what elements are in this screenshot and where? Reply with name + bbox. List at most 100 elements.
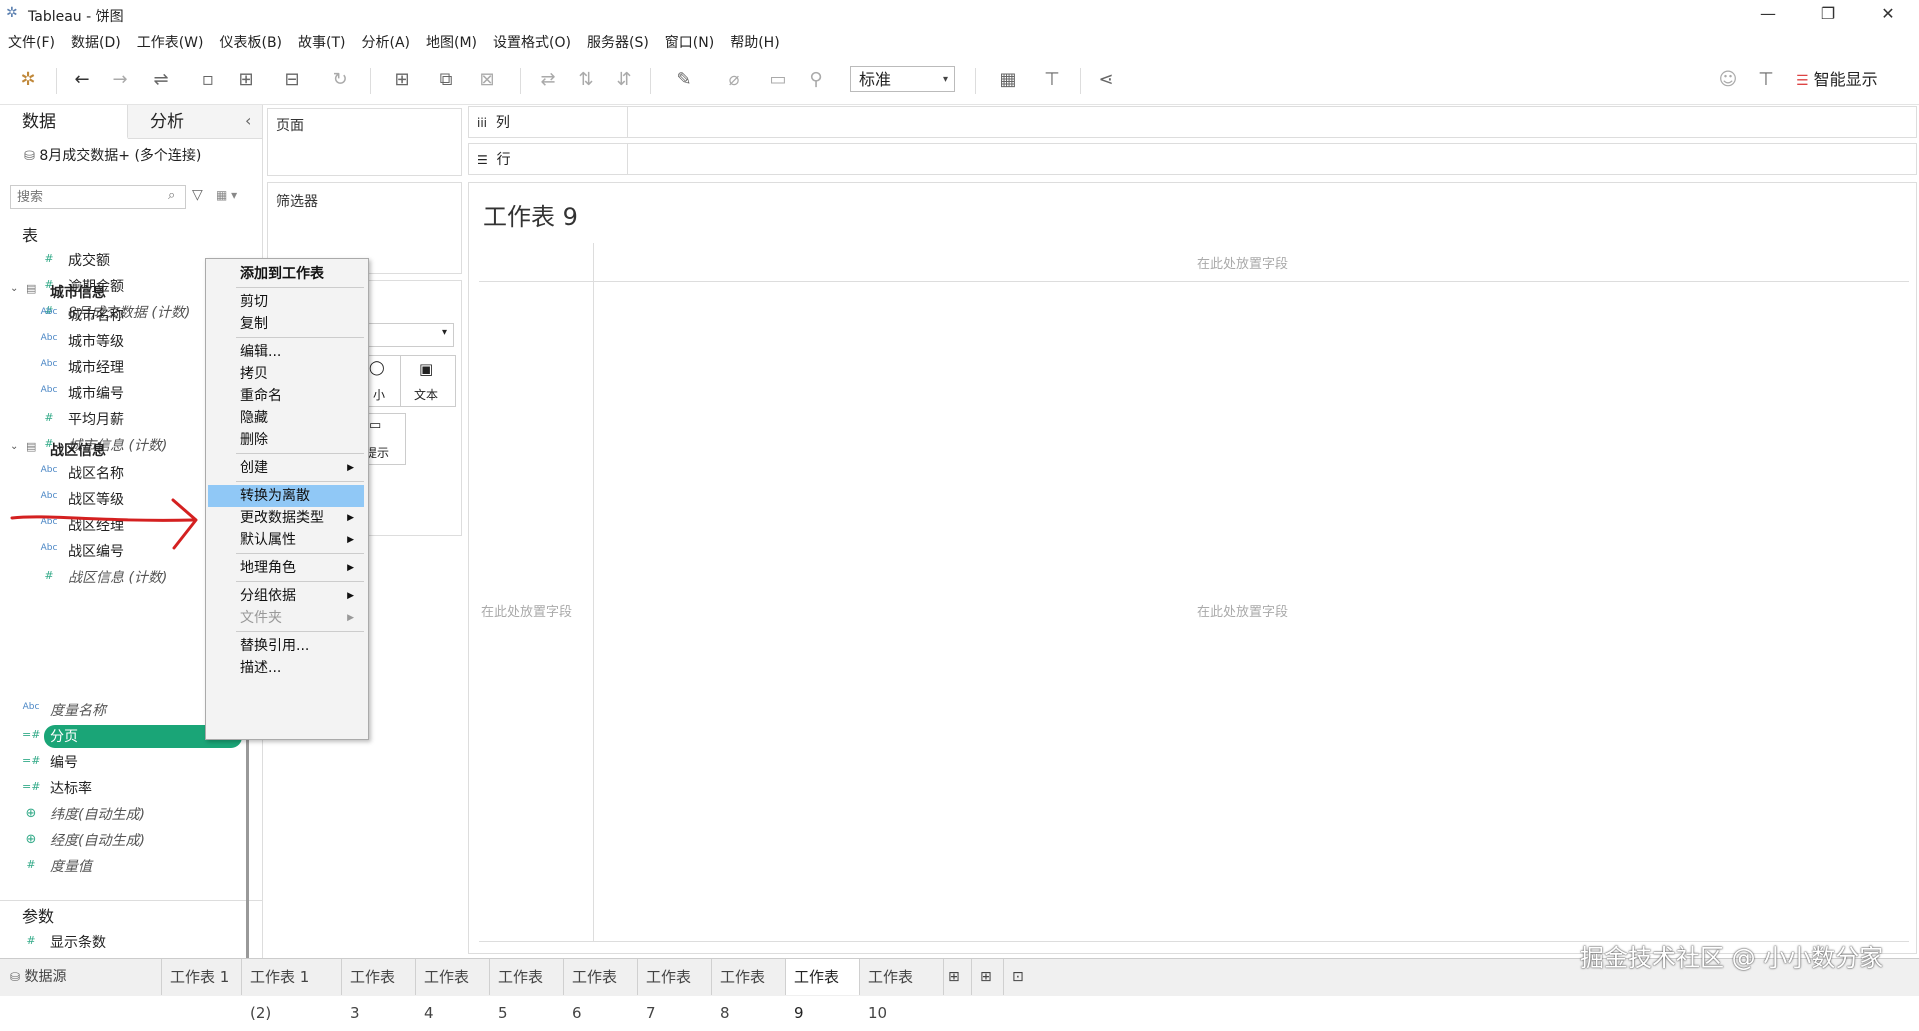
datasource-item[interactable]: ⛁ 8月成交数据+ (多个连接)	[24, 145, 201, 165]
duplicate-icon[interactable]: ⧉	[434, 68, 458, 92]
context-menu-item[interactable]: 描述...	[206, 657, 366, 679]
menu-item[interactable]: 数据(D)	[63, 28, 129, 56]
menu-item[interactable]: 文件(F)	[0, 28, 63, 56]
menu-item[interactable]: 工作表(W)	[129, 28, 212, 56]
menu-item[interactable]: 帮助(H)	[722, 28, 787, 56]
sheet-tab[interactable]: 工作表 4	[416, 959, 490, 1022]
context-menu-item[interactable]: 拷贝	[206, 363, 366, 385]
show-cards-icon[interactable]: ▦	[990, 68, 1026, 92]
columns-drop-zone[interactable]	[627, 107, 1916, 137]
drop-hint-center[interactable]: 在此处放置字段	[1197, 601, 1288, 620]
field-item[interactable]: 战区名称	[68, 464, 124, 484]
menu-item[interactable]: 故事(T)	[290, 28, 353, 56]
menu-item[interactable]: 地图(M)	[418, 28, 485, 56]
field-item[interactable]: 达标率	[50, 779, 92, 799]
tab-data[interactable]: 数据	[0, 105, 128, 139]
sheet-tab[interactable]: 工作表 8	[712, 959, 786, 1022]
field-item[interactable]: 编号	[50, 753, 78, 773]
context-menu-item[interactable]: 剪切	[206, 291, 366, 313]
mark-type-select[interactable]: ▾	[366, 323, 454, 347]
new-worksheet-icon[interactable]: ⊞	[384, 68, 420, 92]
sort-ascending-icon[interactable]: ⇅	[574, 68, 598, 92]
new-dashboard-tab-icon[interactable]: ⊞	[972, 959, 1004, 995]
sheet-title[interactable]: 工作表 9	[483, 197, 578, 232]
menu-item[interactable]: 服务器(S)	[579, 28, 657, 56]
field-item[interactable]: 分页	[50, 727, 78, 747]
field-item[interactable]: 城市经理	[68, 358, 124, 378]
sheet-tab[interactable]: 工作表 6	[564, 959, 638, 1022]
ask-data-icon[interactable]: ☺	[1716, 68, 1740, 92]
sheet-tab[interactable]: 工作表 1 (2)	[242, 959, 342, 1022]
share-icon[interactable]: ⋖	[1094, 68, 1118, 92]
refresh-icon[interactable]: ↻	[322, 68, 358, 92]
sheet-tab[interactable]: 工作表 1	[162, 959, 242, 995]
rows-drop-zone[interactable]	[627, 144, 1916, 174]
pin-icon[interactable]: ⚲	[804, 68, 828, 92]
drop-hint-rows[interactable]: 在此处放置字段	[481, 601, 572, 620]
text-mark-button[interactable]: ▣ 文本	[400, 355, 456, 407]
new-data-source-icon[interactable]: ⊞	[234, 68, 258, 92]
show-me-button[interactable]: ☰ 智能显示	[1796, 68, 1906, 92]
sheet-tab[interactable]: 工作表 7	[638, 959, 712, 1022]
field-item[interactable]: 经度(自动生成)	[50, 831, 145, 851]
menu-item[interactable]: 窗口(N)	[657, 28, 722, 56]
field-item[interactable]: 平均月薪	[68, 410, 124, 430]
menu-item[interactable]: 设置格式(O)	[485, 28, 579, 56]
collapse-zone-icon[interactable]: ⌄	[10, 441, 18, 452]
context-menu-item[interactable]: 重命名	[206, 385, 366, 407]
clear-sheet-icon[interactable]: ⊠	[472, 68, 502, 92]
field-item[interactable]: 度量名称	[50, 701, 106, 721]
field-item[interactable]: 成交额	[68, 251, 110, 271]
context-menu-item[interactable]: 复制	[206, 313, 366, 335]
context-menu-item[interactable]: 隐藏	[206, 407, 366, 429]
swap-icon[interactable]: ⇄	[536, 68, 560, 92]
context-menu-item[interactable]: 分组依据 ▶	[206, 585, 366, 607]
collapse-city-icon[interactable]: ⌄	[10, 283, 18, 294]
presentation-mode-icon[interactable]: ⊤	[1040, 68, 1064, 92]
view-size-select[interactable]: 标准 ▾	[850, 66, 955, 92]
highlight-icon[interactable]: ✎	[666, 68, 702, 92]
view-options-icon[interactable]: ▦ ▾	[216, 188, 237, 202]
field-item[interactable]: 显示条数	[50, 933, 106, 953]
field-item[interactable]: 纬度(自动生成)	[50, 805, 145, 825]
field-item[interactable]: 战区信息 (计数)	[68, 568, 167, 588]
group-icon[interactable]: ⌀	[716, 68, 752, 92]
context-menu-item[interactable]: 更改数据类型 ▶	[206, 507, 366, 529]
tableau-home-icon[interactable]: ✲	[16, 68, 40, 92]
pause-updates-icon[interactable]: ⊟	[274, 68, 310, 92]
save-icon[interactable]: ▫	[196, 68, 220, 92]
minimize-button[interactable]: —	[1745, 0, 1791, 28]
field-item[interactable]: 城市等级	[68, 332, 124, 352]
context-menu-item[interactable]: 添加到工作表	[206, 263, 366, 285]
search-input[interactable]	[10, 185, 186, 209]
field-item[interactable]: 城市编号	[68, 384, 124, 404]
labels-icon[interactable]: ▭	[766, 68, 790, 92]
filter-icon[interactable]: ▽	[192, 187, 203, 203]
redo-icon[interactable]: →	[108, 68, 132, 92]
context-menu-item[interactable]: 删除	[206, 429, 366, 451]
context-menu-item[interactable]: 编辑...	[206, 341, 366, 363]
sort-descending-icon[interactable]: ⇵	[612, 68, 636, 92]
sheet-tab[interactable]: 工作表 3	[342, 959, 416, 1022]
tooltip-mark-button[interactable]: ▭ 提示	[364, 413, 406, 465]
context-menu-item[interactable]: 替换引用...	[206, 635, 366, 657]
group-zone-header[interactable]: 战区信息	[50, 440, 106, 460]
tab-analysis[interactable]: 分析	[128, 105, 262, 139]
drop-hint-columns[interactable]: 在此处放置字段	[1197, 253, 1288, 272]
field-item[interactable]: 城市名称	[68, 306, 124, 326]
context-menu-item[interactable]: 地理角色 ▶	[206, 557, 366, 579]
field-item[interactable]: 度量值	[50, 857, 92, 877]
maximize-button[interactable]: ❐	[1805, 0, 1851, 28]
context-menu-item[interactable]: 默认属性 ▶	[206, 529, 366, 551]
close-button[interactable]: ✕	[1865, 0, 1911, 28]
menu-item[interactable]: 仪表板(B)	[211, 28, 290, 56]
new-story-tab-icon[interactable]: ⊡	[1004, 959, 1036, 995]
sheet-tab[interactable]: 工作表 10	[860, 959, 944, 1022]
new-worksheet-tab-icon[interactable]: ⊞	[940, 959, 972, 995]
group-city-header[interactable]: 城市信息	[50, 282, 106, 302]
sheet-tab[interactable]: 工作表 9	[786, 959, 860, 1022]
undo-icon[interactable]: ←	[70, 68, 94, 92]
sheet-tab[interactable]: 工作表 5	[490, 959, 564, 1022]
context-menu-item[interactable]: 创建 ▶	[206, 457, 366, 479]
collapse-pane-icon[interactable]: ‹	[245, 111, 251, 130]
